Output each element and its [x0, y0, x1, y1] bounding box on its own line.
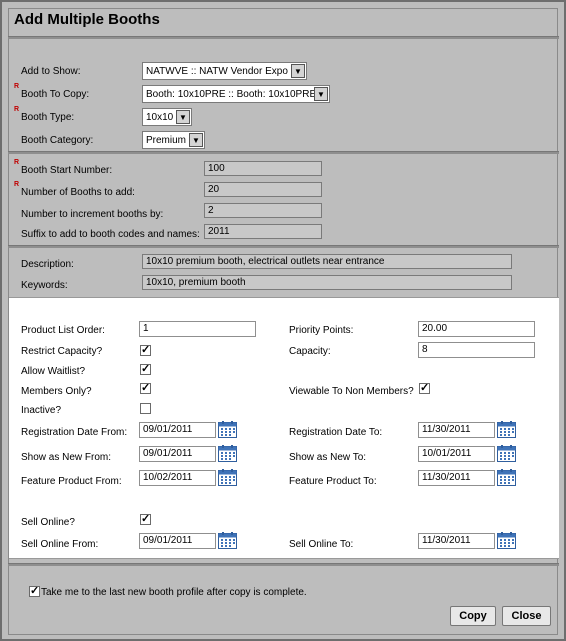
booth-type-label: Booth Type:	[21, 112, 75, 123]
booth-type-select[interactable]: 10x10 ▼	[142, 108, 192, 126]
calendar-icon[interactable]	[497, 532, 516, 549]
required-marker: R	[14, 159, 20, 166]
chevron-down-icon[interactable]: ▼	[189, 133, 203, 147]
booth-to-copy-label: Booth To Copy:	[21, 89, 90, 100]
inactive-checkbox[interactable]	[140, 403, 151, 414]
number-of-booths-field[interactable]: 20	[204, 182, 322, 197]
registration-date-from-field[interactable]: 09/01/2011	[139, 422, 216, 438]
calendar-icon[interactable]	[218, 445, 237, 462]
divider	[8, 245, 559, 248]
booth-category-select[interactable]: Premium ▼	[142, 131, 205, 149]
registration-date-from-label: Registration Date From:	[21, 427, 128, 438]
divider	[8, 36, 559, 39]
number-of-booths-label: Number of Booths to add:	[21, 187, 135, 198]
feature-product-from-label: Feature Product From:	[21, 476, 122, 487]
inactive-label: Inactive?	[21, 405, 62, 416]
add-to-show-value: NATWVE :: NATW Vendor Expo	[146, 65, 288, 77]
capacity-field[interactable]: 8	[418, 342, 535, 358]
calendar-icon[interactable]	[218, 421, 237, 438]
allow-waitlist-checkbox[interactable]: ✓	[140, 364, 151, 375]
sell-online-to-label: Sell Online To:	[289, 539, 354, 550]
viewable-checkbox[interactable]: ✓	[419, 383, 430, 394]
increment-field[interactable]: 2	[204, 203, 322, 218]
restrict-capacity-label: Restrict Capacity?	[21, 346, 103, 357]
registration-date-to-label: Registration Date To:	[289, 427, 383, 438]
priority-points-field[interactable]: 20.00	[418, 321, 535, 337]
calendar-icon[interactable]	[218, 469, 237, 486]
show-as-new-from-field[interactable]: 09/01/2011	[139, 446, 216, 462]
booth-category-value: Premium	[146, 134, 187, 146]
dialog-title: Add Multiple Booths	[14, 11, 160, 28]
copy-button[interactable]: Copy	[450, 606, 496, 626]
calendar-icon[interactable]	[218, 532, 237, 549]
suffix-field[interactable]: 2011	[204, 224, 322, 239]
feature-product-from-field[interactable]: 10/02/2011	[139, 470, 216, 486]
product-list-order-field[interactable]: 1	[139, 321, 256, 337]
description-field[interactable]: 10x10 premium booth, electrical outlets …	[142, 254, 512, 269]
chevron-down-icon[interactable]: ▼	[314, 87, 328, 101]
booth-type-value: 10x10	[146, 111, 174, 123]
members-only-checkbox[interactable]: ✓	[140, 383, 151, 394]
keywords-field[interactable]: 10x10, premium booth	[142, 275, 512, 290]
description-label: Description:	[21, 259, 74, 270]
chevron-down-icon[interactable]: ▼	[176, 110, 190, 124]
take-me-label: Take me to the last new booth profile af…	[41, 587, 307, 598]
close-button[interactable]: Close	[502, 606, 551, 626]
show-as-new-to-label: Show as New To:	[289, 452, 367, 463]
allow-waitlist-label: Allow Waitlist?	[21, 366, 86, 377]
viewable-label: Viewable To Non Members?	[289, 386, 414, 397]
sell-online-label: Sell Online?	[21, 517, 75, 528]
feature-product-to-field[interactable]: 11/30/2011	[418, 470, 495, 486]
booth-start-number-field[interactable]: 100	[204, 161, 322, 176]
booth-to-copy-select[interactable]: Booth: 10x10PRE :: Booth: 10x10PRE ▼	[142, 85, 330, 103]
members-only-label: Members Only?	[21, 386, 92, 397]
increment-label: Number to increment booths by:	[21, 209, 164, 220]
add-to-show-label: Add to Show:	[21, 66, 81, 77]
divider	[8, 151, 559, 154]
show-as-new-to-field[interactable]: 10/01/2011	[418, 446, 495, 462]
calendar-icon[interactable]	[497, 469, 516, 486]
show-as-new-from-label: Show as New From:	[21, 452, 112, 463]
calendar-icon[interactable]	[497, 445, 516, 462]
booth-to-copy-value: Booth: 10x10PRE :: Booth: 10x10PRE	[146, 88, 317, 100]
sell-online-from-field[interactable]: 09/01/2011	[139, 533, 216, 549]
registration-date-to-field[interactable]: 11/30/2011	[418, 422, 495, 438]
required-marker: R	[14, 83, 20, 90]
sell-online-checkbox[interactable]: ✓	[140, 514, 151, 525]
sell-online-from-label: Sell Online From:	[21, 539, 99, 550]
chevron-down-icon[interactable]: ▼	[291, 64, 305, 78]
suffix-label: Suffix to add to booth codes and names:	[21, 229, 200, 240]
divider	[8, 563, 559, 566]
priority-points-label: Priority Points:	[289, 325, 354, 336]
take-me-checkbox[interactable]: ✓	[29, 586, 40, 597]
capacity-label: Capacity:	[289, 346, 331, 357]
required-marker: R	[14, 181, 20, 188]
add-to-show-select[interactable]: NATWVE :: NATW Vendor Expo ▼	[142, 62, 307, 80]
product-list-order-label: Product List Order:	[21, 325, 105, 336]
calendar-icon[interactable]	[497, 421, 516, 438]
sell-online-to-field[interactable]: 11/30/2011	[418, 533, 495, 549]
restrict-capacity-checkbox[interactable]: ✓	[140, 345, 151, 356]
booth-category-label: Booth Category:	[21, 135, 94, 146]
feature-product-to-label: Feature Product To:	[289, 476, 377, 487]
booth-start-number-label: Booth Start Number:	[21, 165, 113, 176]
keywords-label: Keywords:	[21, 280, 68, 291]
required-marker: R	[14, 106, 20, 113]
